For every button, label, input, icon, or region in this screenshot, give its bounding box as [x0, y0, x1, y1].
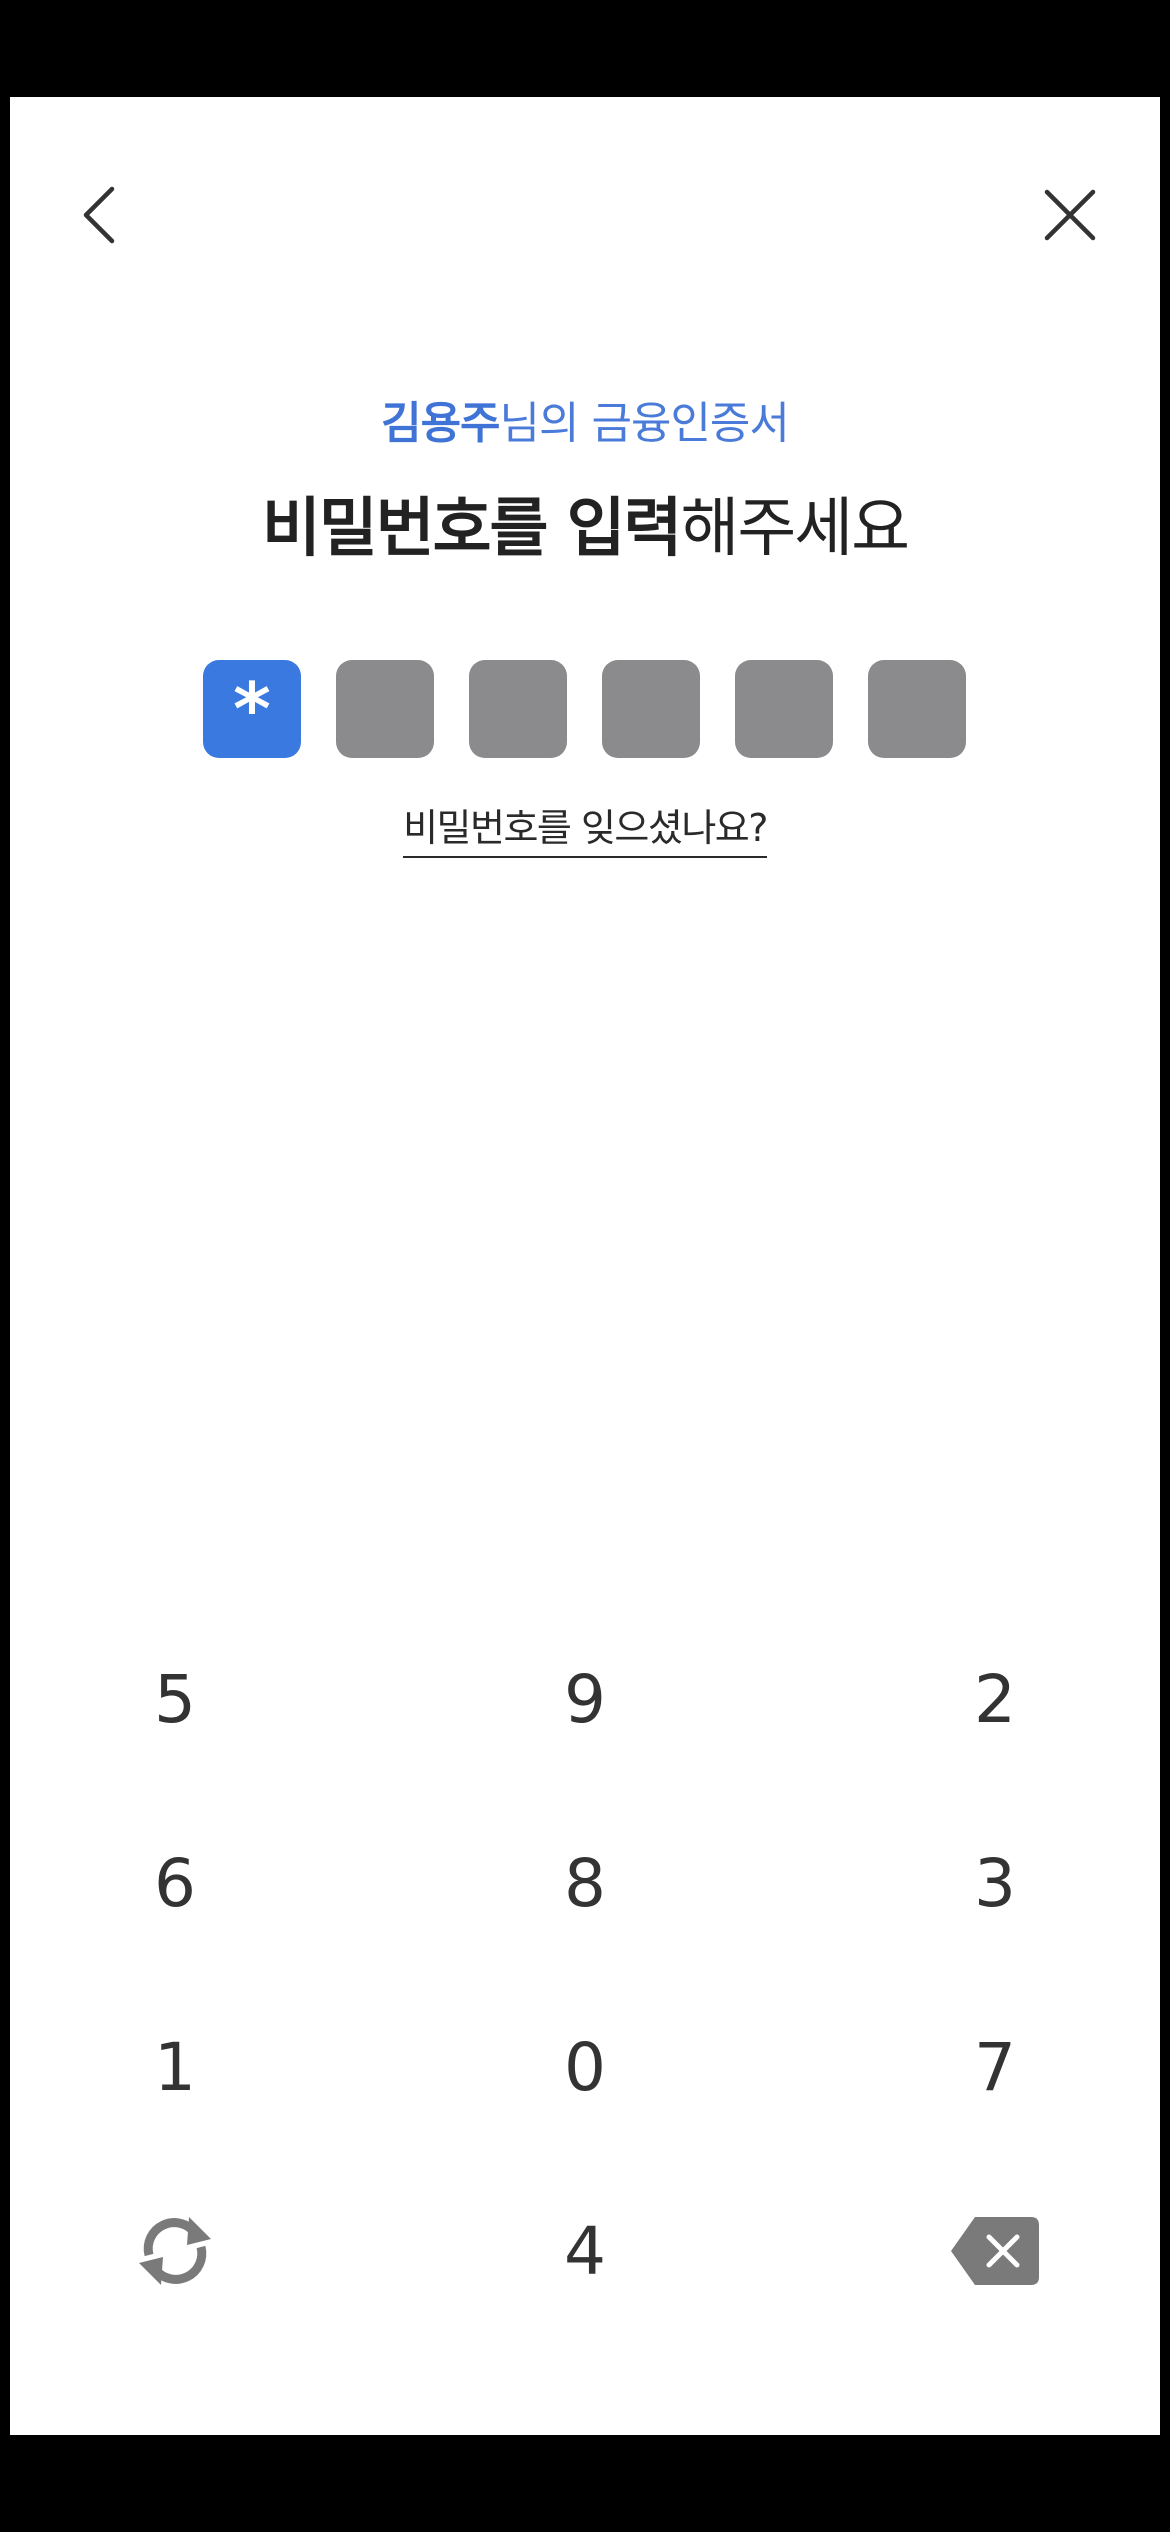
keypad-row: 5 9 2: [10, 1607, 1160, 1791]
device-frame: 김용주님의 금융인증서 비밀번호를 입력해주세요 * 비밀번호를 잊으셨나요? …: [0, 0, 1170, 2532]
key-7[interactable]: 7: [750, 1975, 1160, 2159]
title-bold: 비밀번호를 입력: [262, 492, 682, 566]
screen: 김용주님의 금융인증서 비밀번호를 입력해주세요 * 비밀번호를 잊으셨나요? …: [10, 97, 1160, 2435]
key-3[interactable]: 3: [750, 1791, 1160, 1975]
pin-box-empty: [602, 660, 700, 758]
key-8[interactable]: 8: [420, 1791, 750, 1975]
key-9[interactable]: 9: [420, 1607, 750, 1791]
page-title: 비밀번호를 입력해주세요: [10, 477, 1160, 569]
key-4[interactable]: 4: [420, 2159, 750, 2343]
user-name: 김용주: [381, 398, 500, 449]
close-button[interactable]: [1025, 170, 1115, 260]
key-2[interactable]: 2: [750, 1607, 1160, 1791]
pin-box-empty: [735, 660, 833, 758]
subtitle-rest: 님의 금융인증서: [499, 398, 790, 449]
refresh-icon: [139, 2217, 211, 2285]
key-6[interactable]: 6: [10, 1791, 420, 1975]
certificate-subtitle: 김용주님의 금융인증서: [10, 387, 1160, 451]
chevron-left-icon: [83, 186, 115, 244]
pin-indicator: *: [203, 660, 966, 758]
close-icon: [1044, 189, 1096, 241]
pin-box-empty: [336, 660, 434, 758]
pin-box-filled: *: [203, 660, 301, 758]
shuffle-button[interactable]: [10, 2159, 420, 2343]
key-0[interactable]: 0: [420, 1975, 750, 2159]
back-button[interactable]: [55, 170, 145, 260]
backspace-icon: [951, 2217, 1039, 2285]
keypad-row: 1 0 7: [10, 1975, 1160, 2159]
pin-box-empty: [868, 660, 966, 758]
backspace-button[interactable]: [750, 2159, 1160, 2343]
key-1[interactable]: 1: [10, 1975, 420, 2159]
forgot-password-link[interactable]: 비밀번호를 잊으셨나요?: [403, 797, 768, 858]
key-5[interactable]: 5: [10, 1607, 420, 1791]
title-rest: 해주세요: [680, 492, 910, 566]
keypad-row: 6 8 3: [10, 1791, 1160, 1975]
keypad-row: 4: [10, 2159, 1160, 2343]
forgot-password-container: 비밀번호를 잊으셨나요?: [10, 797, 1160, 858]
number-keypad: 5 9 2 6 8 3 1 0 7 4: [10, 1607, 1160, 2343]
pin-box-empty: [469, 660, 567, 758]
